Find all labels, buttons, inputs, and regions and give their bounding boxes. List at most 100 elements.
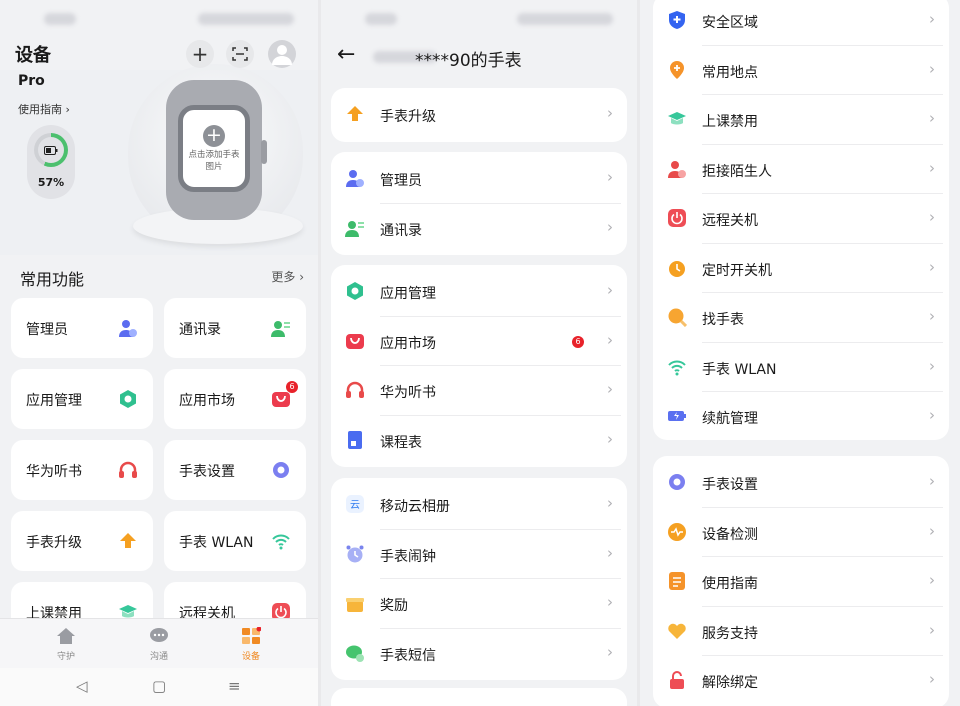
- list-item-sms[interactable]: 手表短信 ›: [331, 629, 627, 679]
- app-market-icon: [345, 331, 365, 351]
- settings-card: 管理员 › 通讯录 ›: [331, 152, 627, 255]
- list-item-block-stranger[interactable]: 拒接陌生人 ›: [653, 145, 949, 194]
- settings-icon: [667, 472, 687, 492]
- list-item-location[interactable]: 常用地点 ›: [653, 46, 949, 95]
- guide-link[interactable]: 使用指南 ›: [18, 101, 70, 117]
- nav-back-icon[interactable]: ◁: [76, 677, 88, 695]
- chevron-right-icon: ›: [929, 59, 935, 78]
- list-item-label: 手表闹钟: [380, 548, 436, 565]
- list-item-label: 通讯录: [380, 222, 422, 239]
- timer-power-icon: [667, 258, 687, 278]
- list-item-timer-power[interactable]: 定时开关机 ›: [653, 244, 949, 293]
- scan-button[interactable]: [226, 40, 254, 68]
- tile-power[interactable]: 远程关机: [164, 582, 306, 618]
- admin-icon: [345, 168, 365, 188]
- tile-settings[interactable]: 手表设置: [164, 440, 306, 500]
- list-item-settings[interactable]: 手表设置 ›: [653, 458, 949, 508]
- chevron-right-icon: ›: [607, 330, 613, 349]
- tile-contacts[interactable]: 通讯录: [164, 298, 306, 358]
- tab-chat[interactable]: 沟通: [129, 625, 189, 662]
- avatar[interactable]: [268, 40, 296, 68]
- scan-icon: [232, 47, 248, 61]
- contacts-icon: [345, 218, 365, 238]
- tile-label: 手表 WLAN: [179, 535, 254, 551]
- settings-card: 云 移动云相册 › 手表闹钟 › 奖励 › 手表短信 ›: [331, 478, 627, 680]
- sms-icon: [345, 643, 365, 663]
- tab-bar: 守护 沟通 设备: [0, 618, 318, 668]
- battery-widget: 57%: [27, 125, 75, 199]
- settings-card: [331, 688, 627, 706]
- list-item-app-manage[interactable]: 应用管理 ›: [331, 267, 627, 317]
- list-item-label: 华为听书: [380, 385, 436, 401]
- upgrade-icon: [117, 530, 139, 552]
- list-item-app-market[interactable]: 应用市场 6 ›: [331, 317, 627, 366]
- list-item-schedule[interactable]: 课程表 ›: [331, 416, 627, 466]
- tile-headphones[interactable]: 华为听书: [11, 440, 153, 500]
- list-item-label: 手表短信: [380, 647, 436, 664]
- list-item-label: 远程关机: [702, 213, 758, 229]
- back-arrow-icon[interactable]: ←: [337, 42, 355, 67]
- tile-label: 手表升级: [26, 535, 82, 551]
- support-icon: [667, 621, 687, 641]
- status-bar: [321, 0, 637, 38]
- list-item-admin[interactable]: 管理员 ›: [331, 154, 627, 204]
- chevron-right-icon: ›: [607, 168, 613, 186]
- page-header: 设备 +: [15, 40, 303, 68]
- list-item-label: 常用地点: [702, 64, 758, 81]
- add-watch-image-button[interactable]: + 点击添加手表图片: [166, 80, 267, 220]
- list-item-class-mode[interactable]: 上课禁用 ›: [653, 95, 949, 145]
- admin-icon: [117, 317, 139, 339]
- settings-icon: [270, 459, 292, 481]
- system-nav-bar: ◁ ▢ ≡: [0, 668, 318, 706]
- list-item-cloud-album[interactable]: 云 移动云相册 ›: [331, 480, 627, 530]
- list-item-label: 设备检测: [702, 526, 758, 543]
- list-item-find-watch[interactable]: 找手表 ›: [653, 293, 949, 343]
- block-stranger-icon: [667, 159, 687, 179]
- list-item-support[interactable]: 服务支持 ›: [653, 607, 949, 656]
- home-icon: [36, 625, 96, 647]
- function-grid: 管理员 通讯录 应用管理 应用市场 6 华为听书 手表设置手表升级 手表 WLAN 上课禁用 远程…: [11, 298, 307, 618]
- status-bar: [0, 0, 318, 38]
- tab-home[interactable]: 守护: [36, 625, 96, 662]
- list-item-reward[interactable]: 奖励 ›: [331, 579, 627, 629]
- list-item-headphones[interactable]: 华为听书 ›: [331, 366, 627, 416]
- tile-app-manage[interactable]: 应用管理: [11, 369, 153, 429]
- add-watch-image-text: 点击添加手表图片: [188, 149, 240, 172]
- tile-wlan[interactable]: 手表 WLAN: [164, 511, 306, 571]
- list-item-guide[interactable]: 使用指南 ›: [653, 557, 949, 607]
- nav-menu-icon[interactable]: ≡: [228, 677, 241, 695]
- list-item-power[interactable]: 远程关机 ›: [653, 194, 949, 244]
- settings-card: 手表设置 › 设备检测 › 使用指南 › 服务支持 › 解除绑定 ›: [653, 456, 949, 706]
- chevron-right-icon: ›: [929, 356, 935, 375]
- chevron-right-icon: ›: [607, 642, 613, 661]
- tile-app-market[interactable]: 应用市场 6: [164, 369, 306, 429]
- chevron-right-icon: ›: [607, 429, 613, 448]
- tile-label: 手表设置: [179, 464, 235, 480]
- list-item-wlan[interactable]: 手表 WLAN ›: [653, 343, 949, 392]
- device-check-icon: [667, 522, 687, 542]
- list-item-upgrade[interactable]: 手表升级 ›: [331, 90, 627, 140]
- chat-icon: [129, 625, 189, 647]
- more-link[interactable]: 更多 ›: [271, 268, 304, 285]
- device-panel: + 点击添加手表图片 设备 + Pro 使用指南 › 57% 常用功能 更多 ›…: [0, 0, 318, 706]
- list-item-label: 续航管理: [702, 411, 758, 427]
- app-manage-icon: [345, 281, 365, 301]
- chevron-right-icon: ›: [607, 380, 613, 398]
- tile-admin[interactable]: 管理员: [11, 298, 153, 358]
- list-item-battery-manage[interactable]: 续航管理 ›: [653, 392, 949, 440]
- list-item-safe-zone[interactable]: 安全区域 ›: [653, 0, 949, 46]
- tile-class-mode[interactable]: 上课禁用: [11, 582, 153, 618]
- tab-device[interactable]: 设备: [221, 625, 281, 662]
- nav-home-icon[interactable]: ▢: [152, 677, 166, 695]
- tile-label: 上课禁用: [26, 606, 82, 618]
- find-watch-icon: [667, 307, 687, 327]
- list-item-label: 手表 WLAN: [702, 361, 777, 378]
- list-item-device-check[interactable]: 设备检测 ›: [653, 508, 949, 557]
- chevron-right-icon: ›: [607, 593, 613, 611]
- add-button[interactable]: +: [186, 40, 214, 68]
- list-item-alarm[interactable]: 手表闹钟 ›: [331, 530, 627, 579]
- device-model: Pro: [18, 73, 45, 89]
- tile-upgrade[interactable]: 手表升级: [11, 511, 153, 571]
- list-item-unbind[interactable]: 解除绑定 ›: [653, 656, 949, 706]
- list-item-contacts[interactable]: 通讯录 ›: [331, 204, 627, 254]
